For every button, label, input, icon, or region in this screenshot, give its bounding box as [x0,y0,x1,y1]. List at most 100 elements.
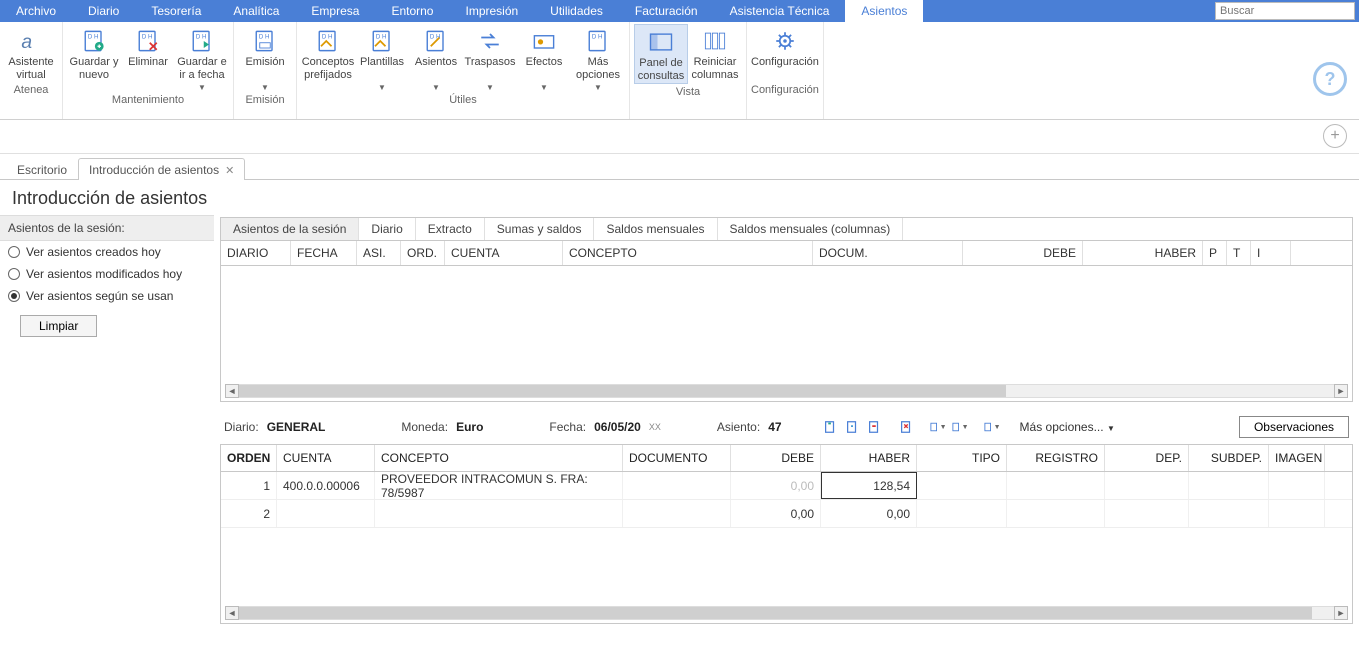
entry-grid-scrollbar[interactable]: ◄ ► [225,605,1348,621]
scroll-left-icon[interactable]: ◄ [225,606,239,620]
cell-registro[interactable] [1007,500,1105,527]
subtab-saldos-mensuales[interactable]: Saldos mensuales [594,218,717,240]
add-tab-button[interactable]: + [1323,124,1347,148]
scroll-track[interactable] [239,606,1334,620]
cell-tipo[interactable] [917,500,1007,527]
cell-debe[interactable]: 0,00 [731,500,821,527]
subtab-extracto[interactable]: Extracto [416,218,485,240]
menu-diario[interactable]: Diario [72,0,135,22]
menu-anal-tica[interactable]: Analítica [217,0,295,22]
scroll-left-icon[interactable]: ◄ [225,384,239,398]
scroll-right-icon[interactable]: ► [1334,384,1348,398]
scroll-thumb[interactable] [239,607,1312,619]
table-row[interactable]: 2 0,000,00 [221,500,1352,528]
col-diario[interactable]: DIARIO [221,241,291,265]
col-cuenta[interactable]: CUENTA [277,445,375,471]
plantillas-button[interactable]: D HPlantillas▼ [355,24,409,92]
col-ord-[interactable]: ORD. [401,241,445,265]
subtab-diario[interactable]: Diario [359,218,415,240]
cell-concepto[interactable]: PROVEEDOR INTRACOMUN S. FRA: 78/5987 [375,472,623,499]
guardar-ir-fecha-button[interactable]: D HGuardar e ir a fecha▼ [175,24,229,92]
asientos-button[interactable]: D HAsientos▼ [409,24,463,92]
reiniciar-columnas-button[interactable]: Reiniciar columnas [688,24,742,84]
col-haber[interactable]: HABER [1083,241,1203,265]
cell-dep.[interactable] [1105,472,1189,499]
cell-dep.[interactable] [1105,500,1189,527]
cell-haber[interactable]: 0,00 [821,500,917,527]
col-documento[interactable]: DOCUMENTO [623,445,731,471]
menu-archivo[interactable]: Archivo [0,0,72,22]
menu-entorno[interactable]: Entorno [375,0,449,22]
doctab-introducci-n-de-asientos[interactable]: Introducción de asientos✕ [78,158,245,180]
cell-registro[interactable] [1007,472,1105,499]
more-options-link[interactable]: Más opciones... ▼ [1020,420,1115,434]
col-cuenta[interactable]: CUENTA [445,241,563,265]
guardar-y-nuevo-button[interactable]: D HGuardar y nuevo [67,24,121,92]
menu-empresa[interactable]: Empresa [295,0,375,22]
col-i[interactable]: I [1251,241,1291,265]
cell-haber[interactable]: 128,54 [821,472,917,499]
conceptos-prefijados-button[interactable]: D HConceptos prefijados [301,24,355,92]
col-imagen[interactable]: IMAGEN [1269,445,1325,471]
scroll-thumb[interactable] [239,385,1006,397]
cell-documento[interactable] [623,472,731,499]
close-icon[interactable]: ✕ [225,165,234,177]
cell-imagen[interactable] [1269,500,1325,527]
cell-concepto[interactable] [375,500,623,527]
doctab-escritorio[interactable]: Escritorio [6,158,78,180]
col-concepto[interactable]: CONCEPTO [375,445,623,471]
radio-option-1[interactable]: Ver asientos modificados hoy [0,263,214,285]
col-tipo[interactable]: TIPO [917,445,1007,471]
cell-debe[interactable]: 0,00 [731,472,821,499]
menu-facturaci-n[interactable]: Facturación [619,0,714,22]
col-registro[interactable]: REGISTRO [1007,445,1105,471]
cell-subdep.[interactable] [1189,500,1269,527]
tool-doc-add-icon[interactable] [842,417,862,437]
col-debe[interactable]: DEBE [731,445,821,471]
menu-tesorer-a[interactable]: Tesorería [135,0,217,22]
col-debe[interactable]: DEBE [963,241,1083,265]
tool-doc-a-icon[interactable]: ▼ [928,417,948,437]
menu-asientos[interactable]: Asientos [845,0,923,22]
cell-orden[interactable]: 1 [221,472,277,499]
scroll-right-icon[interactable]: ► [1334,606,1348,620]
cell-cuenta[interactable] [277,500,375,527]
subtab-saldos-mensuales-columnas-[interactable]: Saldos mensuales (columnas) [718,218,904,240]
col-orden[interactable]: ORDEN [221,445,277,471]
col-concepto[interactable]: CONCEPTO [563,241,813,265]
cell-documento[interactable] [623,500,731,527]
emision-button[interactable]: D HEmisión▼ [238,24,292,92]
search-input[interactable] [1215,2,1355,20]
radio-option-0[interactable]: Ver asientos creados hoy [0,241,214,263]
radio-option-2[interactable]: Ver asientos según se usan [0,285,214,307]
table-row[interactable]: 1400.0.0.00006PROVEEDOR INTRACOMUN S. FR… [221,472,1352,500]
cell-tipo[interactable] [917,472,1007,499]
observaciones-button[interactable]: Observaciones [1239,416,1349,438]
col-fecha[interactable]: FECHA [291,241,357,265]
menu-asistencia-t-cnica[interactable]: Asistencia Técnica [714,0,846,22]
efectos-button[interactable]: Efectos▼ [517,24,571,92]
mas-opciones-button[interactable]: D HMás opciones▼ [571,24,625,92]
tool-doc-new-icon[interactable] [820,417,840,437]
tool-doc-remove-icon[interactable] [864,417,884,437]
col-haber[interactable]: HABER [821,445,917,471]
menu-utilidades[interactable]: Utilidades [534,0,619,22]
traspasos-button[interactable]: Traspasos▼ [463,24,517,92]
eliminar-button[interactable]: D HEliminar [121,24,175,92]
col-asi-[interactable]: ASI. [357,241,401,265]
limpiar-button[interactable]: Limpiar [20,315,97,337]
asistente-virtual-button[interactable]: aAsistente virtual [4,24,58,82]
cell-imagen[interactable] [1269,472,1325,499]
scroll-track[interactable] [239,384,1334,398]
subtab-sumas-y-saldos[interactable]: Sumas y saldos [485,218,595,240]
menu-impresi-n[interactable]: Impresión [449,0,534,22]
col-p[interactable]: P [1203,241,1227,265]
panel-consultas-button[interactable]: Panel de consultas [634,24,688,84]
configuracion-button[interactable]: Configuración [758,24,812,82]
help-icon[interactable]: ? [1313,62,1347,96]
col-docum-[interactable]: DOCUM. [813,241,963,265]
cell-cuenta[interactable]: 400.0.0.00006 [277,472,375,499]
session-grid-scrollbar[interactable]: ◄ ► [225,383,1348,399]
cell-orden[interactable]: 2 [221,500,277,527]
col-t[interactable]: T [1227,241,1251,265]
